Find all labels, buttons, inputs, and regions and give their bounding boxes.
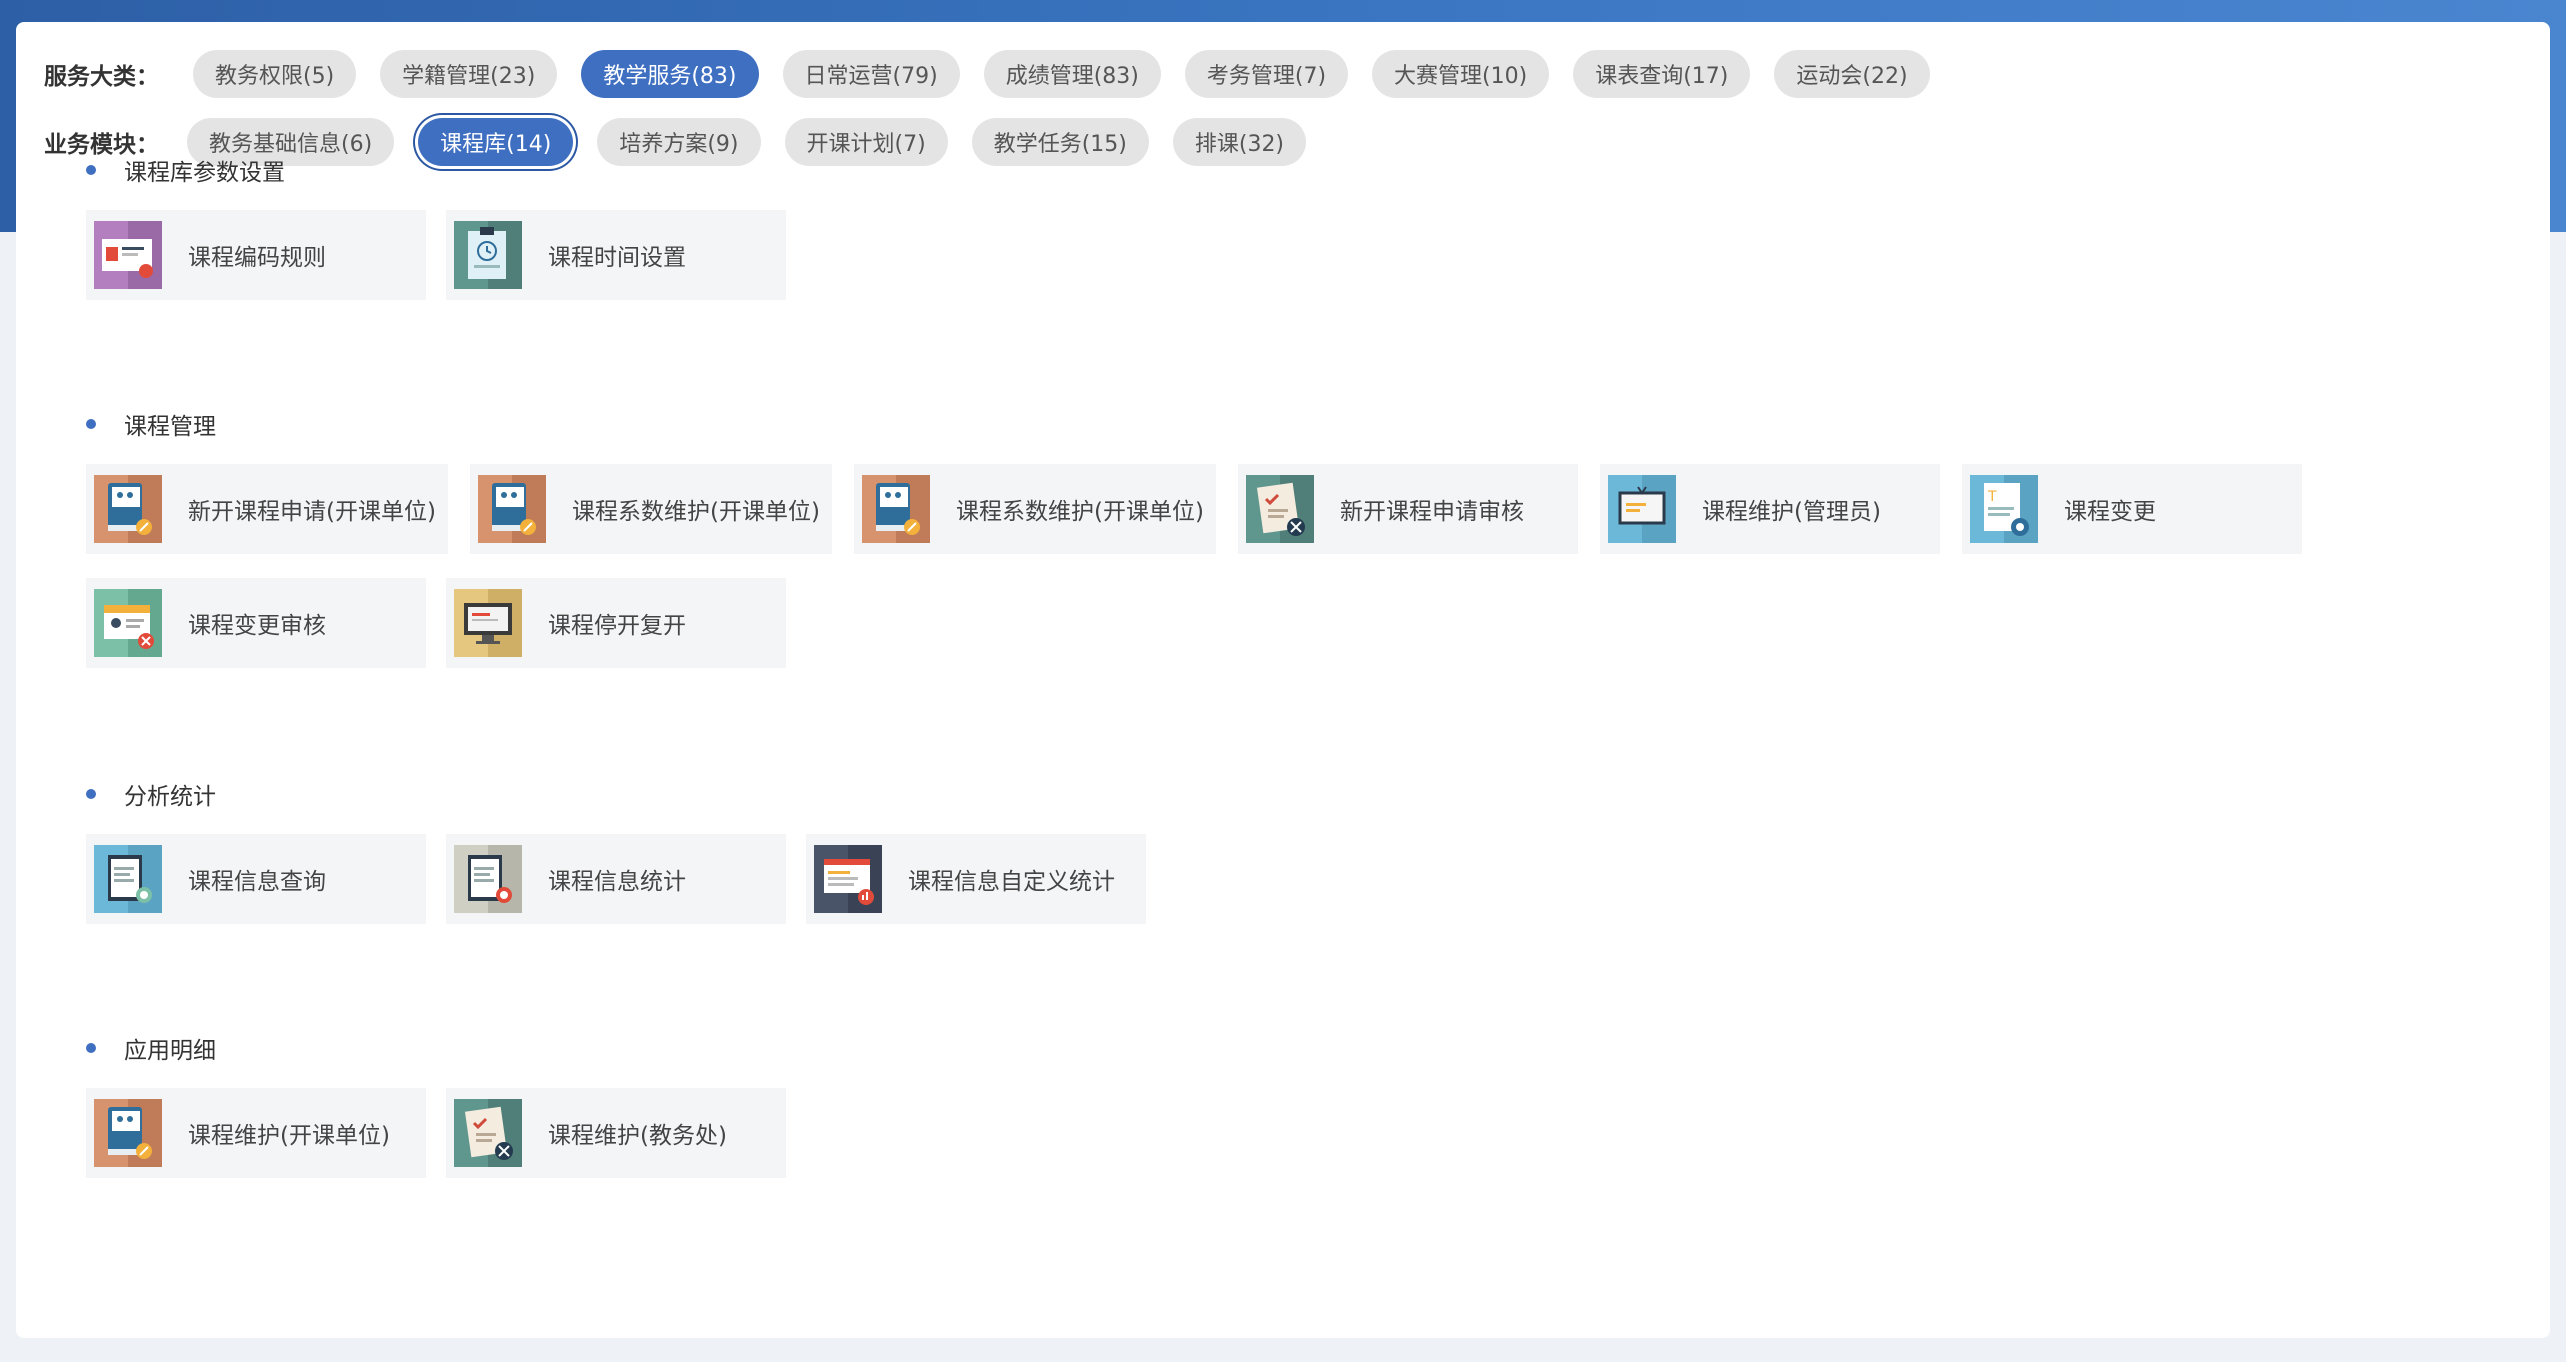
module-chip[interactable]: 排课(32)	[1172, 118, 1307, 166]
app-card[interactable]: 课程编码规则	[86, 210, 426, 300]
section-title: 应用明细	[86, 1028, 216, 1068]
category-chip[interactable]: 运动会(22)	[1774, 50, 1930, 98]
app-card[interactable]: 新开课程申请审核	[1238, 464, 1578, 554]
svg-text:T: T	[1987, 489, 1997, 505]
clipboard-stats-icon	[454, 845, 522, 913]
section-cards: 课程编码规则 课程时间设置	[86, 210, 2386, 324]
section-title: 课程库参数设置	[86, 150, 285, 190]
category-chip[interactable]: 教学服务(83)	[581, 50, 759, 98]
service-category-label: 服务大类：	[44, 64, 159, 90]
app-card[interactable]: 课程信息自定义统计	[806, 834, 1146, 924]
app-card[interactable]: 课程系数维护(开课单位)	[470, 464, 832, 554]
module-chip[interactable]: 课程库(14)	[418, 118, 574, 166]
service-category-chips: 教务权限(5) 学籍管理(23) 教学服务(83) 日常运营(79) 成绩管理(83) 考…	[193, 50, 1954, 98]
app-card[interactable]: 课程时间设置	[446, 210, 786, 300]
app-card-label: 课程变更审核	[188, 613, 326, 639]
app-card[interactable]: 课程系数维护(开课单位)	[854, 464, 1216, 554]
bullet-dot-icon	[86, 165, 96, 175]
app-card[interactable]: 课程维护(开课单位)	[86, 1088, 426, 1178]
monitor-icon	[454, 589, 522, 657]
app-card-label: 课程维护(开课单位)	[188, 1123, 390, 1149]
app-card-label: 课程信息查询	[188, 869, 326, 895]
course-code-rule-icon	[94, 221, 162, 289]
app-card[interactable]: 课程信息查询	[86, 834, 426, 924]
app-card-label: 课程维护(管理员)	[1702, 499, 1881, 525]
checklist-tools-icon	[1246, 475, 1314, 543]
section-cards: 课程信息查询 课程信息统计 课程信息自定义统计	[86, 834, 2386, 948]
category-chip[interactable]: 考务管理(7)	[1184, 50, 1349, 98]
section-title: 课程管理	[86, 404, 216, 444]
category-chip[interactable]: 成绩管理(83)	[983, 50, 1161, 98]
app-card-label: 课程维护(教务处)	[548, 1123, 727, 1149]
section-title-text: 课程库参数设置	[124, 160, 285, 186]
app-card-label: 课程变更	[2064, 499, 2156, 525]
app-card-label: 新开课程申请审核	[1340, 499, 1524, 525]
course-time-clipboard-icon	[454, 221, 522, 289]
section-cards: 新开课程申请(开课单位) 课程系数维护(开课单位) 课程系数维护(开课单位) 新开课程…	[86, 464, 2386, 692]
section-3: 应用明细课程维护(开课单位) 课程维护(教务处)	[72, 1028, 786, 1178]
module-chip[interactable]: 开课计划(7)	[784, 118, 948, 166]
main-panel: 服务大类： 教务权限(5) 学籍管理(23) 教学服务(83) 日常运营(79) 成绩管…	[16, 22, 2550, 1338]
category-chip[interactable]: 日常运营(79)	[782, 50, 960, 98]
app-card-label: 课程编码规则	[188, 245, 326, 271]
module-chip[interactable]: 教学任务(15)	[971, 118, 1149, 166]
app-card-label: 课程系数维护(开课单位)	[956, 499, 1204, 525]
category-chip[interactable]: 教务权限(5)	[193, 50, 357, 98]
document-settings-icon: T	[1970, 475, 2038, 543]
section-title: 分析统计	[86, 774, 216, 814]
section-title-text: 课程管理	[124, 414, 216, 440]
clipboard-search-icon	[94, 845, 162, 913]
app-card-label: 课程信息自定义统计	[908, 869, 1115, 895]
id-card-check-icon	[94, 589, 162, 657]
bullet-dot-icon	[86, 789, 96, 799]
presentation-board-icon	[1608, 475, 1676, 543]
book-wrench-icon	[862, 475, 930, 543]
bullet-dot-icon	[86, 419, 96, 429]
app-card[interactable]: 课程维护(教务处)	[446, 1088, 786, 1178]
service-category-row: 服务大类： 教务权限(5) 学籍管理(23) 教学服务(83) 日常运营(79) 成绩管…	[44, 49, 1954, 99]
app-card-label: 课程停开复开	[548, 613, 686, 639]
business-module-chips: 教务基础信息(6) 课程库(14) 培养方案(9) 开课计划(7) 教学任务(15) 排课…	[187, 118, 1330, 166]
book-wrench-icon	[94, 475, 162, 543]
section-1: 课程管理新开课程申请(开课单位) 课程系数维护(开课单位) 课程系数维护(开课单位)…	[72, 404, 2302, 668]
app-card-label: 课程时间设置	[548, 245, 686, 271]
book-wrench-icon	[94, 1099, 162, 1167]
section-cards: 课程维护(开课单位) 课程维护(教务处)	[86, 1088, 2386, 1202]
bullet-dot-icon	[86, 1043, 96, 1053]
book-wrench-icon	[478, 475, 546, 543]
section-title-text: 应用明细	[124, 1038, 216, 1064]
app-card-label: 课程信息统计	[548, 869, 686, 895]
app-card[interactable]: 课程维护(管理员)	[1600, 464, 1940, 554]
section-0: 课程库参数设置课程编码规则 课程时间设置	[72, 150, 786, 300]
app-card[interactable]: 课程变更审核	[86, 578, 426, 668]
app-card[interactable]: 课程停开复开	[446, 578, 786, 668]
category-chip[interactable]: 学籍管理(23)	[380, 50, 558, 98]
checklist-tools-icon	[454, 1099, 522, 1167]
section-2: 分析统计课程信息查询 课程信息统计 课程信息自定义统计	[72, 774, 1146, 924]
app-card[interactable]: T 课程变更	[1962, 464, 2302, 554]
custom-report-icon	[814, 845, 882, 913]
category-chip[interactable]: 课表查询(17)	[1573, 50, 1751, 98]
category-chip[interactable]: 大赛管理(10)	[1372, 50, 1550, 98]
app-card[interactable]: 新开课程申请(开课单位)	[86, 464, 448, 554]
app-card-label: 课程系数维护(开课单位)	[572, 499, 820, 525]
app-card[interactable]: 课程信息统计	[446, 834, 786, 924]
module-chip[interactable]: 培养方案(9)	[597, 118, 761, 166]
section-title-text: 分析统计	[124, 784, 216, 810]
app-card-label: 新开课程申请(开课单位)	[188, 499, 436, 525]
